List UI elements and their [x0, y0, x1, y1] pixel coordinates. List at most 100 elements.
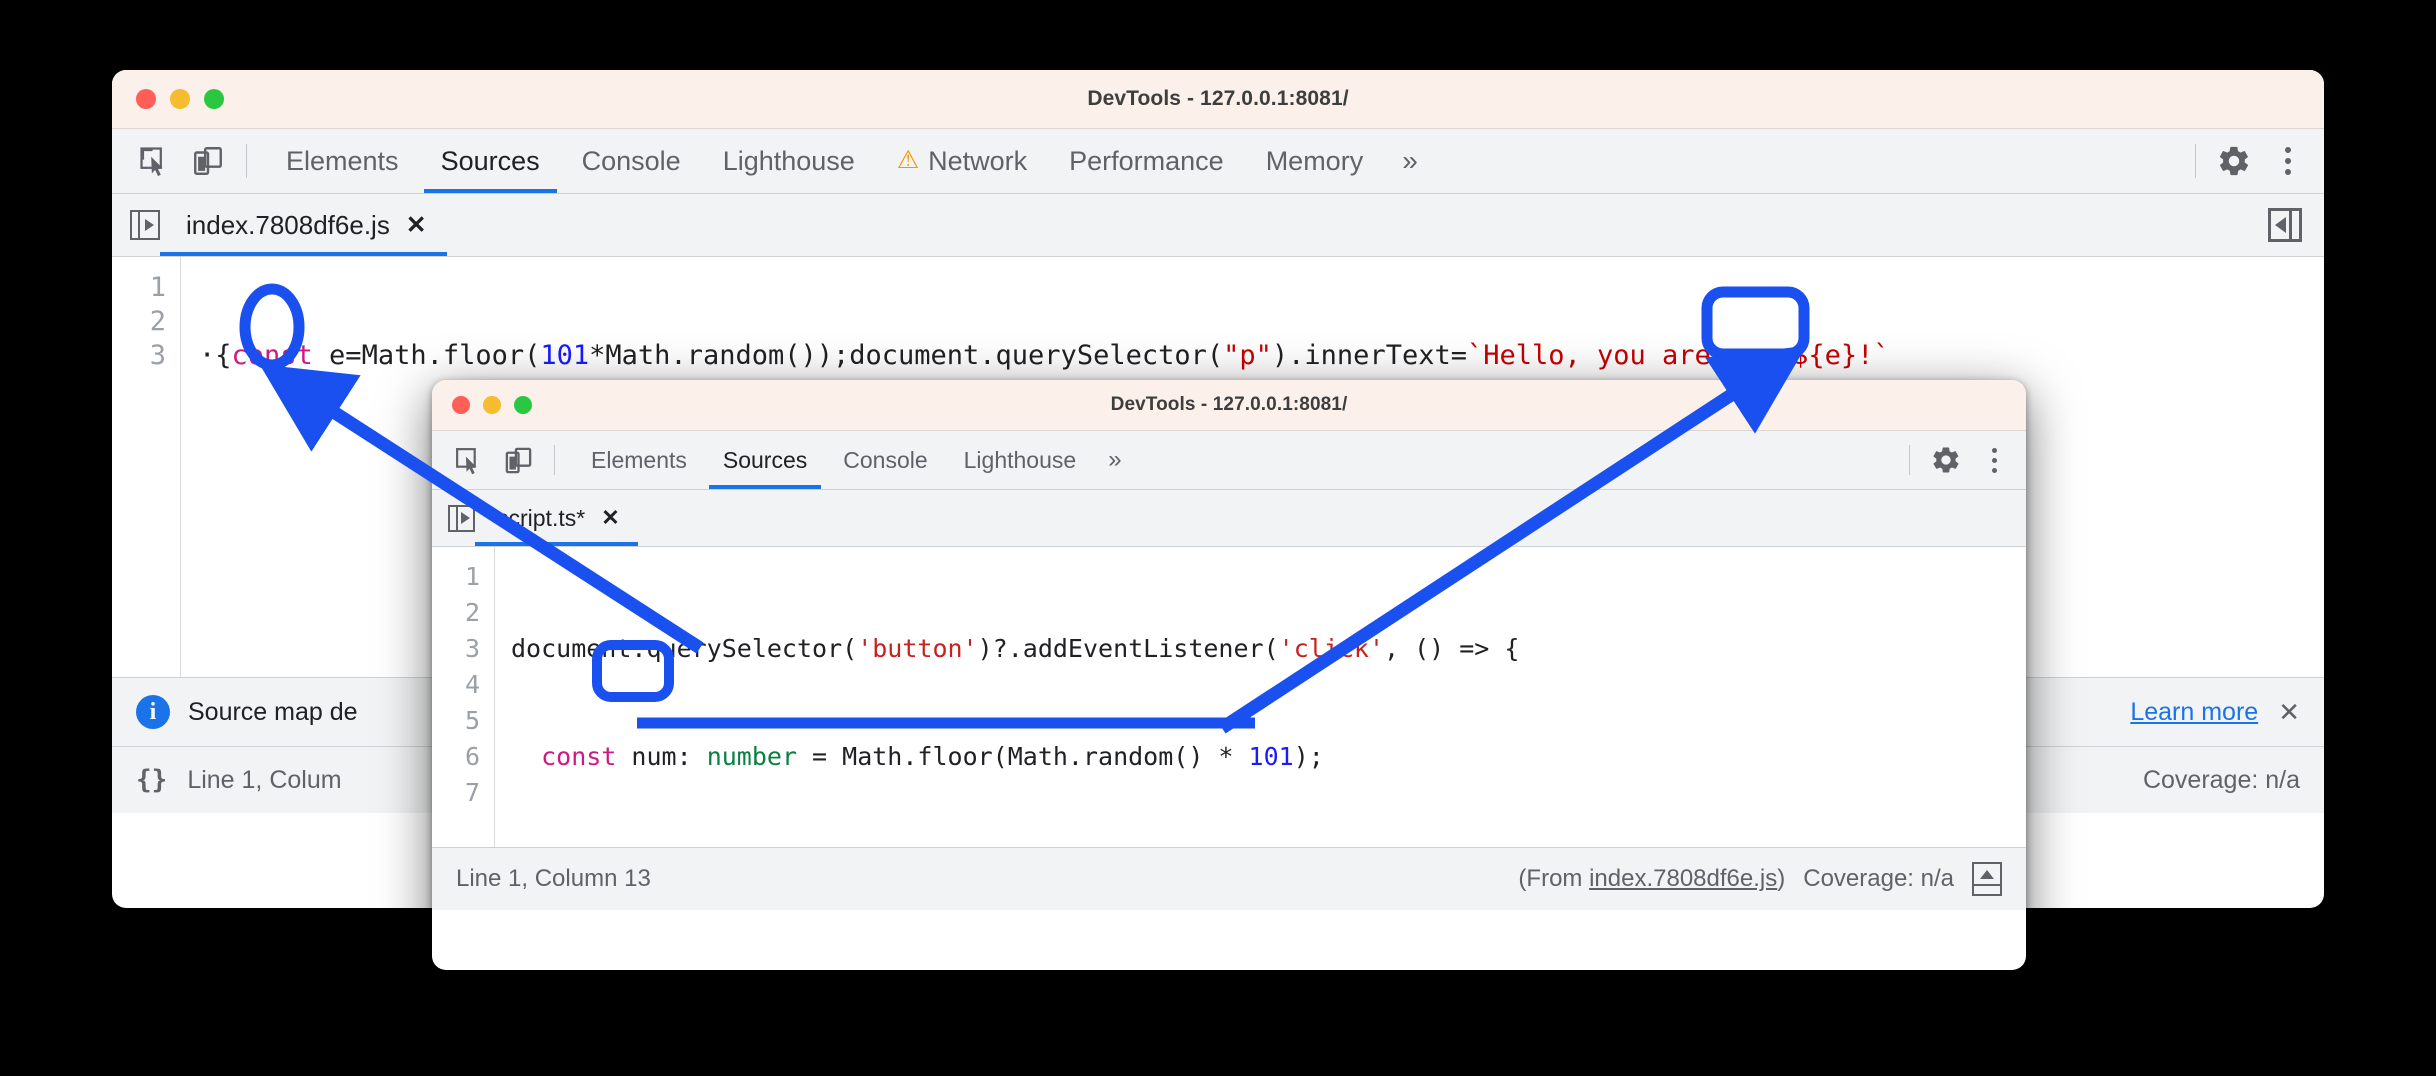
file-tab-script-ts[interactable]: script.ts* ✕ — [475, 490, 638, 546]
close-window-button[interactable] — [452, 396, 470, 414]
more-tabs-chevron-icon[interactable]: » — [1094, 446, 1132, 474]
file-tab-index-js[interactable]: index.7808df6e.js ✕ — [160, 194, 447, 256]
code-seg: "p" — [1223, 340, 1272, 371]
inspect-element-icon[interactable] — [450, 442, 486, 478]
navigator-toggle-icon[interactable] — [448, 505, 475, 532]
close-icon[interactable]: ✕ — [601, 505, 619, 531]
tab-network[interactable]: ⚠ Network — [876, 129, 1048, 193]
source-origin-prefix: (From — [1518, 865, 1589, 892]
kebab-menu-icon[interactable] — [1976, 442, 2012, 478]
front-panel-tabs: Elements Sources Console Lighthouse » — [573, 431, 1133, 489]
device-toolbar-icon[interactable] — [500, 442, 536, 478]
tab-lighthouse-label: Lighthouse — [723, 146, 855, 177]
line-number: 2 — [112, 305, 166, 339]
close-icon[interactable]: ✕ — [406, 210, 427, 240]
code-seg — [511, 742, 541, 771]
tab-sources[interactable]: Sources — [420, 129, 561, 193]
navigator-toggle-icon[interactable] — [130, 210, 160, 240]
code-seg: number — [707, 742, 797, 771]
code-seg: = Math.floor(Math.random() * — [797, 742, 1249, 771]
code-seg: 101 — [540, 340, 589, 371]
code-line-1: document.querySelector('button')?.addEve… — [511, 631, 2026, 667]
tab-elements[interactable]: Elements — [265, 129, 420, 193]
source-map-notice-text: Source map de — [188, 698, 358, 727]
tab-console[interactable]: Console — [825, 431, 945, 489]
original-source-link[interactable]: index.7808df6e.js — [1589, 865, 1777, 892]
front-line-number-gutter: 1 2 3 4 5 6 7 — [432, 547, 495, 847]
file-tab-script-ts-label: script.ts* — [497, 505, 585, 532]
devtools-window-front: DevTools - 127.0.0.1:8081/ — [432, 380, 2026, 970]
code-seg: 101 — [1249, 742, 1294, 771]
tab-console[interactable]: Console — [561, 129, 702, 193]
back-window-title: DevTools - 127.0.0.1:8081/ — [112, 87, 2324, 111]
close-icon[interactable]: ✕ — [2278, 697, 2300, 728]
tab-performance-label: Performance — [1069, 146, 1224, 177]
tab-console-label: Console — [843, 447, 927, 474]
scroll-to-bottom-icon[interactable] — [1972, 862, 2002, 896]
tabstrip-right-divider — [1909, 445, 1910, 475]
back-traffic-lights[interactable] — [136, 89, 224, 109]
back-file-tab-row: index.7808df6e.js ✕ — [112, 194, 2324, 257]
tab-lighthouse-label: Lighthouse — [964, 447, 1077, 474]
tab-lighthouse[interactable]: Lighthouse — [702, 129, 876, 193]
more-tabs-chevron-icon[interactable]: » — [1384, 145, 1433, 177]
code-seg: ·{ — [199, 340, 232, 371]
front-window-title: DevTools - 127.0.0.1:8081/ — [432, 394, 2026, 416]
line-number: 2 — [432, 595, 480, 631]
line-number: 3 — [112, 339, 166, 373]
front-code-content[interactable]: document.querySelector('button')?.addEve… — [495, 547, 2026, 847]
line-number: 7 — [432, 775, 480, 811]
source-origin-suffix: ) — [1777, 865, 1785, 892]
code-line-1: ·{const e=Math.floor(101*Math.random());… — [199, 339, 2324, 373]
collapse-sidebar-icon[interactable] — [2268, 208, 2302, 242]
code-seg: ).innerText= — [1272, 340, 1467, 371]
code-seg: const — [232, 340, 313, 371]
back-tabstrip-right — [2177, 141, 2308, 181]
line-number: 4 — [432, 667, 480, 703]
tab-elements-label: Elements — [591, 447, 687, 474]
code-seg: , () => { — [1384, 634, 1519, 663]
code-line-2: const num: number = Math.floor(Math.rand… — [511, 739, 2026, 775]
code-seg: )?.addEventListener( — [978, 634, 1279, 663]
maximize-window-button[interactable] — [204, 89, 224, 109]
tab-elements-label: Elements — [286, 146, 399, 177]
screenshot-stage: DevTools - 127.0.0.1:8081/ — [0, 0, 2436, 1076]
tab-elements[interactable]: Elements — [573, 431, 705, 489]
line-number: 5 — [432, 703, 480, 739]
front-tool-icons — [450, 442, 536, 478]
front-titlebar: DevTools - 127.0.0.1:8081/ — [432, 380, 2026, 431]
code-seg: 'button' — [857, 634, 977, 663]
back-panel-tabs: Elements Sources Console Lighthouse ⚠ Ne… — [265, 129, 1433, 193]
source-origin: (From index.7808df6e.js) — [1518, 865, 1785, 893]
learn-more-link[interactable]: Learn more — [2130, 698, 2258, 727]
front-code-editor[interactable]: 1 2 3 4 5 6 7 document.querySelector('bu… — [432, 547, 2026, 847]
tab-network-label: Network — [928, 146, 1027, 177]
file-tab-index-js-label: index.7808df6e.js — [186, 210, 390, 241]
cursor-position-label: Line 1, Colum — [187, 766, 341, 795]
kebab-menu-icon[interactable] — [2268, 141, 2308, 181]
toolbar-divider — [246, 144, 247, 178]
gear-icon[interactable] — [1928, 442, 1964, 478]
device-toolbar-icon[interactable] — [188, 141, 228, 181]
front-tabstrip: Elements Sources Console Lighthouse » — [432, 431, 2026, 490]
coverage-label: Coverage: n/a — [2143, 766, 2300, 795]
code-seg: 'click' — [1279, 634, 1384, 663]
front-status-right: (From index.7808df6e.js) Coverage: n/a — [1518, 862, 2002, 896]
close-window-button[interactable] — [136, 89, 156, 109]
pretty-print-icon[interactable]: {} — [136, 765, 167, 795]
minimize-window-button[interactable] — [483, 396, 501, 414]
tab-performance[interactable]: Performance — [1048, 129, 1245, 193]
tab-lighthouse[interactable]: Lighthouse — [946, 431, 1095, 489]
back-tool-icons — [134, 141, 228, 181]
gear-icon[interactable] — [2214, 141, 2254, 181]
tab-memory[interactable]: Memory — [1245, 129, 1385, 193]
code-seg: *Math.random());document.querySelector( — [589, 340, 1223, 371]
front-traffic-lights[interactable] — [452, 396, 532, 414]
inspect-element-icon[interactable] — [134, 141, 174, 181]
line-number: 1 — [112, 271, 166, 305]
maximize-window-button[interactable] — [514, 396, 532, 414]
minimize-window-button[interactable] — [170, 89, 190, 109]
line-number: 1 — [432, 559, 480, 595]
coverage-label: Coverage: n/a — [1803, 865, 1954, 893]
tab-sources[interactable]: Sources — [705, 431, 825, 489]
